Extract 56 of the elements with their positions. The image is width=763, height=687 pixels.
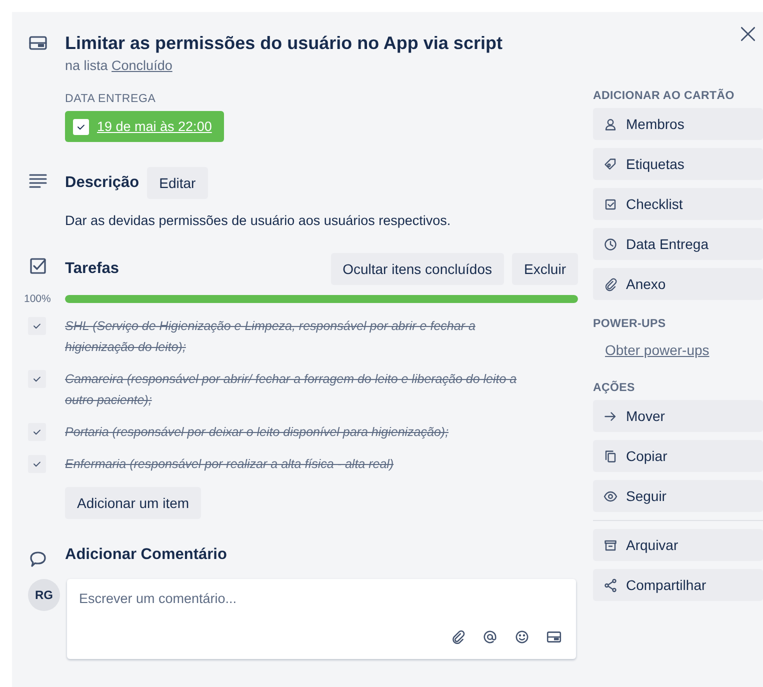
sidebar-button[interactable]: Compartilhar xyxy=(593,569,763,601)
eye-icon xyxy=(603,488,618,504)
delete-button[interactable]: Excluir xyxy=(512,253,578,285)
due-date: 19 de mai às 22:00 xyxy=(97,119,212,134)
progress-percent: 100% xyxy=(24,293,52,305)
sidebar-button[interactable]: Copiar xyxy=(593,440,763,472)
person-icon xyxy=(603,116,618,132)
checklist-item[interactable]: Portaria (responsável por deixar o leito disponível para higienização); xyxy=(65,422,535,443)
hide-completed-button[interactable]: Ocultar itens concluídos xyxy=(330,253,504,285)
sidebar-button[interactable]: Data Entrega xyxy=(593,228,763,260)
avatar: RG xyxy=(28,579,60,611)
checklist-item[interactable]: Enfermaria (responsável por realizar a alta física - alta real) xyxy=(65,454,535,475)
due-checkbox[interactable] xyxy=(73,118,89,134)
checklist-heading: Tarefas xyxy=(65,260,120,278)
checklist-item[interactable]: SHL (Serviço de Higienização e Limpeza, responsável por abrir e fechar a higienização do leito); xyxy=(65,316,535,358)
list-link[interactable]: Concluído xyxy=(112,58,172,73)
copy-icon xyxy=(603,448,618,464)
item-checkbox[interactable] xyxy=(28,317,46,335)
sidebar-heading: POWER-UPS xyxy=(593,318,667,330)
close-icon[interactable] xyxy=(739,25,757,43)
item-checkbox[interactable] xyxy=(28,423,46,441)
tag-icon xyxy=(603,156,618,172)
comment-icon xyxy=(28,549,48,569)
due-label: DATA ENTREGA xyxy=(65,93,157,105)
item-checkbox[interactable] xyxy=(28,370,46,388)
sidebar-button[interactable]: Anexo xyxy=(593,268,763,300)
item-checkbox[interactable] xyxy=(28,455,46,473)
checkbox-icon xyxy=(603,196,618,212)
sidebar-link[interactable]: Obter power-ups xyxy=(593,336,763,364)
add-item-button[interactable]: Adicionar um item xyxy=(65,487,202,519)
paperclip-icon[interactable] xyxy=(450,629,466,645)
comment-field[interactable]: Escrever um comentário... xyxy=(79,591,564,606)
description-text: Dar as devidas permissões de usuário aos usuários respectivos. xyxy=(65,213,452,228)
comment-heading: Adicionar Comentário xyxy=(65,546,228,564)
sidebar-button[interactable]: Mover xyxy=(593,400,763,432)
card-icon[interactable] xyxy=(546,629,562,645)
sidebar-button[interactable]: Arquivar xyxy=(593,529,763,561)
sidebar-heading: AÇÕES xyxy=(593,382,636,394)
archive-icon xyxy=(603,538,618,552)
card-title: Limitar as permissões do usuário no App via script xyxy=(65,32,504,55)
list-label: na lista xyxy=(65,58,108,73)
clock-icon xyxy=(603,236,618,252)
sidebar-button[interactable]: Membros xyxy=(593,108,763,140)
checklist-icon xyxy=(28,256,48,276)
checklist-item[interactable]: Camareira (responsável por abrir/ fechar a forragem do leito e liberação do leito a outro paciente); xyxy=(65,369,535,411)
share-icon xyxy=(603,578,618,592)
sidebar-button[interactable]: Seguir xyxy=(593,480,763,512)
sidebar-button[interactable]: Checklist xyxy=(593,188,763,220)
sidebar-button[interactable]: Etiquetas xyxy=(593,148,763,180)
description-heading: Descrição xyxy=(65,174,140,192)
paperclip-icon xyxy=(603,276,618,292)
sidebar-heading: ADICIONAR AO CARTÃO xyxy=(593,90,736,102)
mention-icon[interactable] xyxy=(482,629,498,645)
emoji-icon[interactable] xyxy=(514,629,530,645)
card-icon xyxy=(28,33,48,53)
edit-button[interactable]: Editar xyxy=(147,167,208,199)
